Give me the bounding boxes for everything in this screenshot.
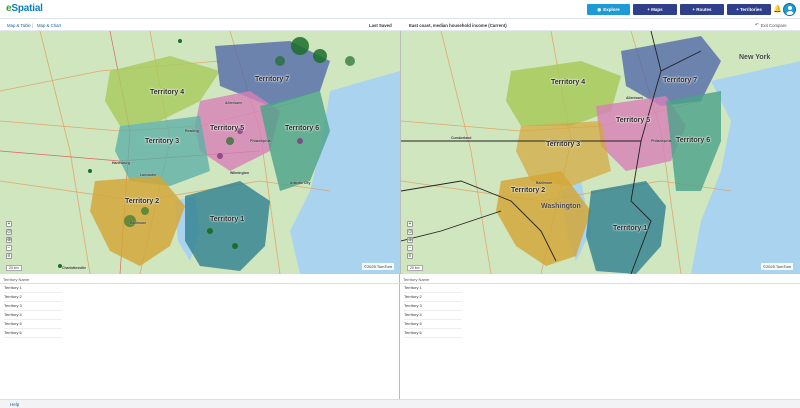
city-label: Harrisburg <box>112 161 130 165</box>
add-territories-button[interactable]: + Territories <box>727 4 771 15</box>
city-label: Philadelphia <box>651 139 672 143</box>
map-scale: 20 km <box>407 265 423 271</box>
espatial-logo[interactable]: eSpatial <box>6 3 43 14</box>
compass-button[interactable]: ⊕ <box>6 237 12 243</box>
territory-label: Territory 4 <box>150 89 185 96</box>
zoom-out-button[interactable]: − <box>407 245 413 251</box>
compass-icon: ◉ <box>597 6 602 12</box>
table-row[interactable]: Territory 5 <box>404 320 462 329</box>
table-row[interactable]: Territory 6 <box>404 329 462 338</box>
zoom-in-button[interactable]: + <box>407 221 413 227</box>
city-label: Cumberland <box>451 136 472 140</box>
zoom-controls: + ⊙ ⊕ − ≡ <box>6 221 12 261</box>
table-row[interactable]: Territory 6 <box>4 329 62 338</box>
city-label: Baltimore <box>536 181 553 185</box>
map-scale: 20 km <box>6 265 22 271</box>
user-avatar[interactable] <box>783 3 796 16</box>
territory-label: Territory 1 <box>210 216 245 223</box>
territory-label: Territory 5 <box>616 117 651 124</box>
help-link[interactable]: Help <box>10 402 19 407</box>
bell-icon[interactable]: 🔔 <box>773 5 782 14</box>
table-row[interactable]: Territory 1 <box>404 284 462 293</box>
table-row[interactable]: Territory 3 <box>4 302 62 311</box>
territory-3-region <box>115 116 210 186</box>
table-row[interactable]: Territory 5 <box>4 320 62 329</box>
zoom-out-button[interactable]: − <box>6 245 12 251</box>
tab-map-table[interactable]: Map & Table <box>7 23 31 28</box>
tab-map-chart[interactable]: Map & Chart <box>37 23 61 28</box>
table-row[interactable]: Territory 1 <box>4 284 62 293</box>
exit-arrow-icon: ↶ <box>755 22 759 27</box>
city-label: Reading <box>185 129 199 133</box>
left-map[interactable]: Territory 4 Territory 7 Territory 5 Terr… <box>0 31 400 274</box>
territory-label: Territory 2 <box>511 187 546 194</box>
city-label: Charlottesville <box>62 266 87 270</box>
city-label: Baltimore <box>130 221 147 225</box>
left-map-canvas <box>0 31 400 274</box>
table-row[interactable]: Territory 3 <box>404 302 462 311</box>
table-row[interactable]: Territory 4 <box>404 311 462 320</box>
tab-separator: | <box>32 23 34 28</box>
city-label: New York <box>739 54 771 61</box>
right-territory-table: Territory Name Territory 1 Territory 2 T… <box>400 274 800 399</box>
explore-button[interactable]: ◉ Explore <box>587 4 630 15</box>
column-header-territory-name[interactable]: Territory Name <box>3 277 29 282</box>
explore-label: Explore <box>603 7 620 12</box>
territory-label: Territory 7 <box>255 76 290 83</box>
table-row[interactable]: Territory 2 <box>4 293 62 302</box>
right-pane-title: East coast, median household income (Cur… <box>409 23 507 28</box>
city-label: Atlantic City <box>290 181 311 185</box>
compass-button[interactable]: ⊕ <box>407 237 413 243</box>
locate-button[interactable]: ⊙ <box>6 229 12 235</box>
table-row[interactable]: Territory 4 <box>4 311 62 320</box>
city-label: Philadelphia <box>250 139 271 143</box>
territory-label: Territory 3 <box>546 141 581 148</box>
city-label: Lancaster <box>140 173 157 177</box>
city-label: Allentown <box>225 101 242 105</box>
territory-label: Territory 5 <box>210 125 245 132</box>
city-label: Wilmington <box>230 171 250 175</box>
left-territory-table: Territory Name Territory 1 Territory 2 T… <box>0 274 400 399</box>
right-map[interactable]: New York Territory 4 Territory 7 Territo… <box>400 31 800 274</box>
city-label: Allentown <box>626 96 643 100</box>
locate-button[interactable]: ⊙ <box>407 229 413 235</box>
city-label: Washington <box>541 203 581 210</box>
territory-label: Territory 4 <box>551 79 586 86</box>
right-map-canvas <box>401 31 800 274</box>
territory-label: Territory 2 <box>125 198 160 205</box>
layers-button[interactable]: ≡ <box>407 253 413 259</box>
map-attribution: ©2025 TomTom <box>761 263 793 270</box>
zoom-controls: + ⊙ ⊕ − ≡ <box>407 221 413 261</box>
view-toolbar: Map & Table | Map & Chart Last Saved Eas… <box>0 19 800 31</box>
layers-button[interactable]: ≡ <box>6 253 12 259</box>
add-routes-button[interactable]: + Routes <box>680 4 724 15</box>
exit-compare-button[interactable]: ↶ Exit Compare <box>755 22 787 28</box>
territory-label: Territory 6 <box>285 125 320 132</box>
territory-label: Territory 7 <box>663 77 698 84</box>
territory-label: Territory 1 <box>613 225 648 232</box>
top-navigation-bar: eSpatial ◉ Explore + Maps + Routes + Ter… <box>0 0 800 19</box>
left-pane-title: Last Saved <box>369 23 392 28</box>
exit-compare-label: Exit Compare <box>760 22 787 28</box>
territory-label: Territory 6 <box>676 137 711 144</box>
map-attribution: ©2025 TomTom <box>362 263 394 270</box>
table-row[interactable]: Territory 2 <box>404 293 462 302</box>
footer-bar: Help <box>0 399 800 408</box>
column-header-territory-name[interactable]: Territory Name <box>403 277 429 282</box>
zoom-in-button[interactable]: + <box>6 221 12 227</box>
territory-label: Territory 3 <box>145 138 180 145</box>
add-maps-button[interactable]: + Maps <box>633 4 677 15</box>
